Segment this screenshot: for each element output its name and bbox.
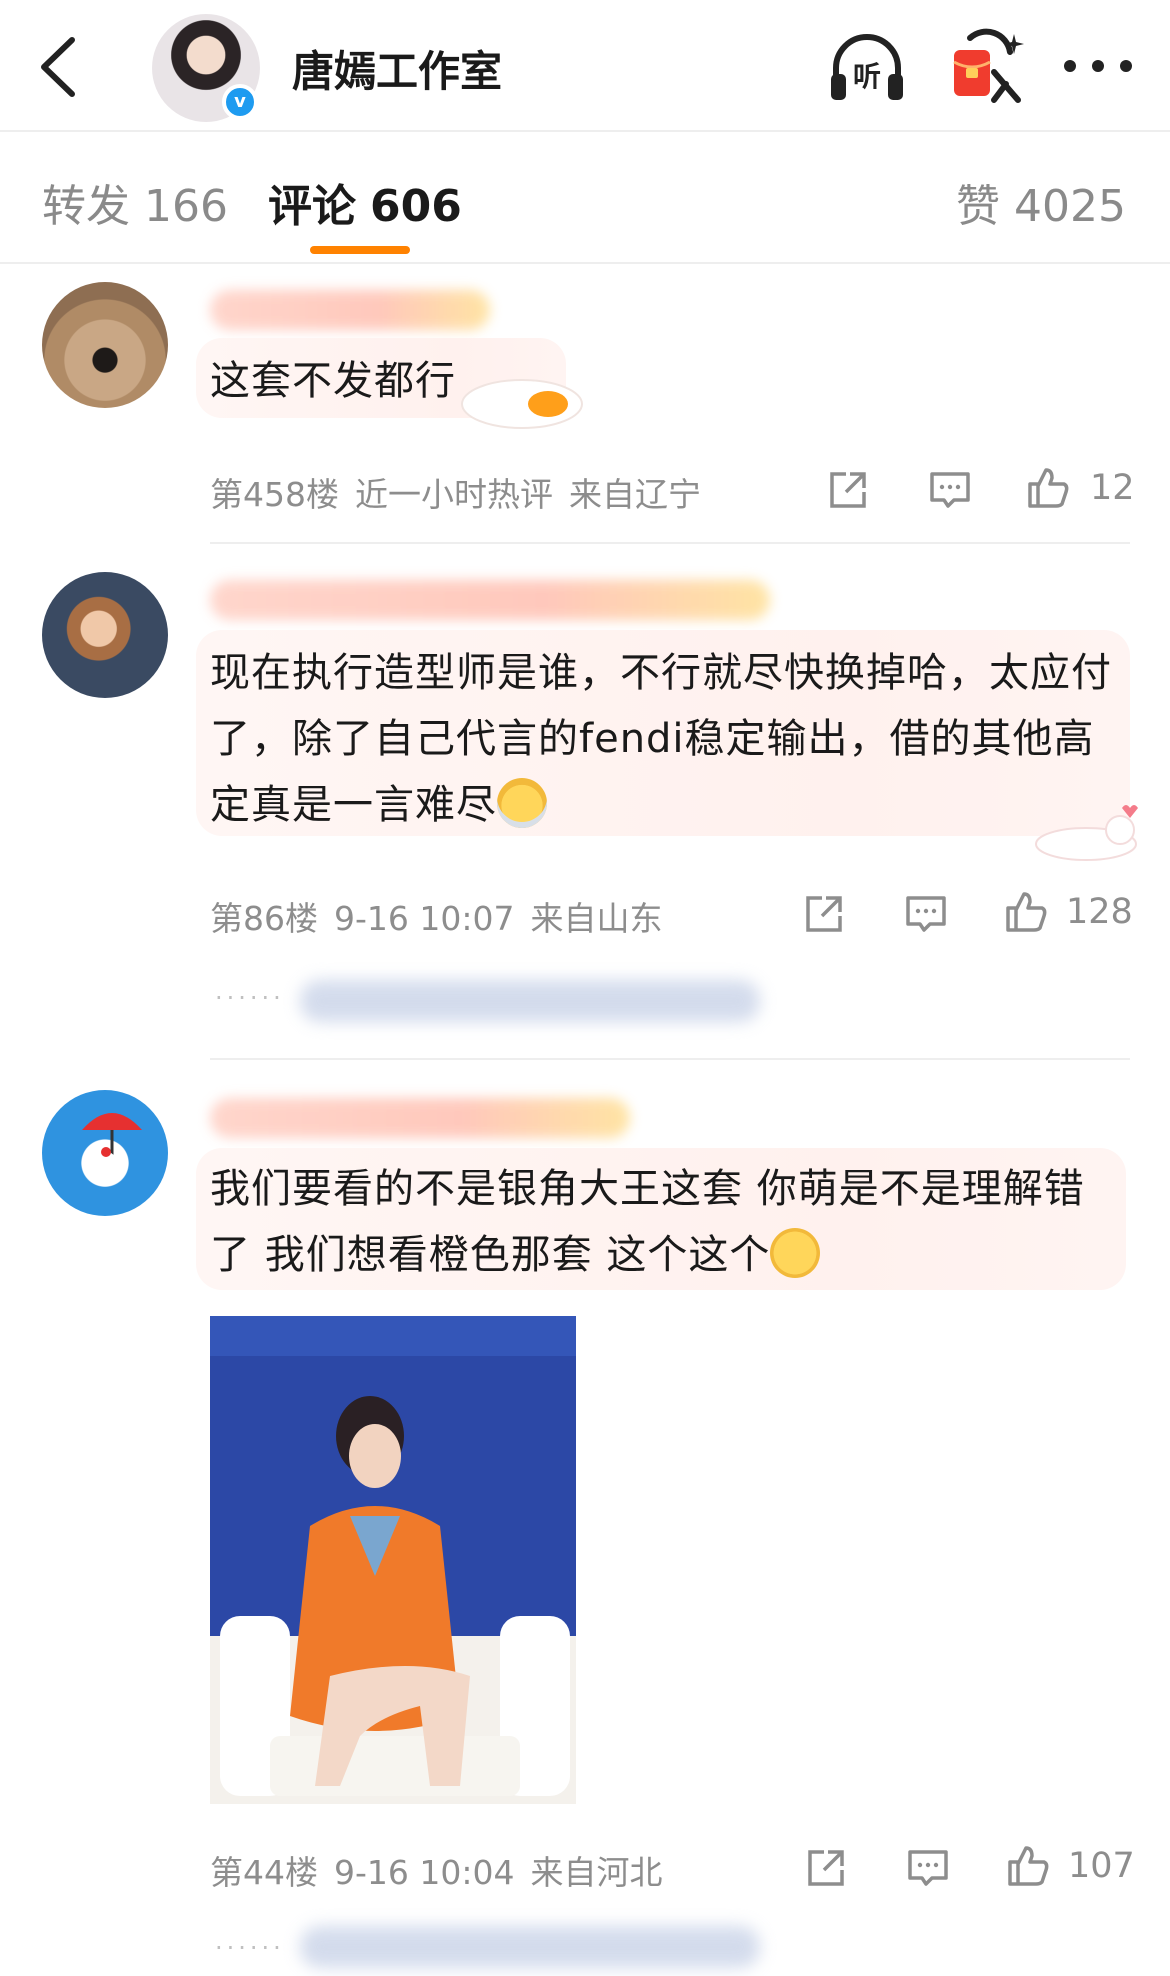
comment-location: 来自辽宁 xyxy=(569,475,701,514)
comment-meta: 第44楼 9-16 10:04 来自河北 xyxy=(210,1846,679,1894)
comment-text: 我们要看的不是银角大王这套 你萌是不是理解错了 我们想看橙色那套 这个这个 xyxy=(210,1166,1085,1278)
commenter-name-blurred[interactable] xyxy=(210,290,490,330)
comment-text: 这套不发都行 xyxy=(210,358,456,404)
reply-indicator-dots: ······ xyxy=(215,1934,285,1962)
comment-time: 9-16 10:04 xyxy=(334,1853,515,1892)
comment-icon[interactable] xyxy=(926,466,974,514)
woman-orange-suit-photo xyxy=(210,1316,576,1804)
tab-comments[interactable]: 评论 606 xyxy=(268,170,462,234)
comment-time: 近一小时热评 xyxy=(355,475,553,514)
comment-photo[interactable] xyxy=(210,1316,576,1804)
commenter-name-blurred[interactable] xyxy=(210,1098,630,1138)
share-icon[interactable] xyxy=(800,890,848,938)
more-icon[interactable] xyxy=(1058,40,1138,92)
commenter-avatar[interactable] xyxy=(42,572,168,698)
share-icon[interactable] xyxy=(824,466,872,514)
top-bar: v 唐嫣工作室 听 xyxy=(0,0,1170,132)
comment-count: 606 xyxy=(370,181,462,232)
repost-count: 166 xyxy=(144,181,228,232)
red-packet-icon[interactable] xyxy=(948,28,1030,110)
comment-meta: 第458楼 近一小时热评 来自辽宁 xyxy=(210,468,717,516)
floor-number: 第458楼 xyxy=(210,475,339,514)
comment-icon[interactable] xyxy=(904,1844,952,1892)
comment-icon[interactable] xyxy=(902,890,950,938)
tab-likes[interactable]: 赞 4025 xyxy=(956,170,1126,234)
like-count: 107 xyxy=(1068,1846,1135,1886)
share-icon[interactable] xyxy=(802,1844,850,1892)
tab-bar: 转发 166 评论 606 赞 4025 xyxy=(0,132,1170,264)
comment-text: 现在执行造型师是谁，不行就尽快换掉哈，太应付了，除了自己代言的fendi稳定输出… xyxy=(210,650,1112,828)
floor-number: 第86楼 xyxy=(210,899,318,938)
verified-badge-icon: v xyxy=(222,84,258,120)
active-tab-indicator xyxy=(310,246,410,254)
like-count-total: 4025 xyxy=(1014,181,1126,232)
tab-repost[interactable]: 转发 166 xyxy=(42,170,228,234)
like-icon[interactable] xyxy=(1024,464,1072,512)
headphones-icon[interactable]: 听 xyxy=(826,28,908,110)
replies-link-blurred[interactable] xyxy=(300,1926,760,1968)
commenter-avatar[interactable] xyxy=(42,282,168,408)
umbrella-icon xyxy=(82,1113,142,1182)
comment-divider xyxy=(210,542,1130,544)
comment-divider xyxy=(210,1058,1130,1060)
like-icon[interactable] xyxy=(1002,888,1050,936)
commenter-name-blurred[interactable] xyxy=(210,580,770,620)
comment-time: 9-16 10:07 xyxy=(334,899,515,938)
like-count: 128 xyxy=(1066,892,1133,932)
reply-indicator-dots: ······ xyxy=(215,984,285,1012)
pleading-face-emoji-icon xyxy=(770,1228,821,1278)
comment-location: 来自河北 xyxy=(530,1853,663,1892)
replies-link-blurred[interactable] xyxy=(300,980,760,1022)
like-count: 12 xyxy=(1090,468,1135,508)
floor-number: 第44楼 xyxy=(210,1853,318,1892)
sick-face-emoji-icon xyxy=(497,778,547,828)
owner-name[interactable]: 唐嫣工作室 xyxy=(292,38,502,99)
comment-location: 来自山东 xyxy=(530,899,663,938)
listen-label: 听 xyxy=(853,60,881,93)
comment-meta: 第86楼 9-16 10:07 来自山东 xyxy=(210,892,679,940)
commenter-avatar[interactable] xyxy=(42,1090,168,1216)
back-arrow-icon[interactable] xyxy=(30,32,86,102)
like-icon[interactable] xyxy=(1004,1842,1052,1890)
